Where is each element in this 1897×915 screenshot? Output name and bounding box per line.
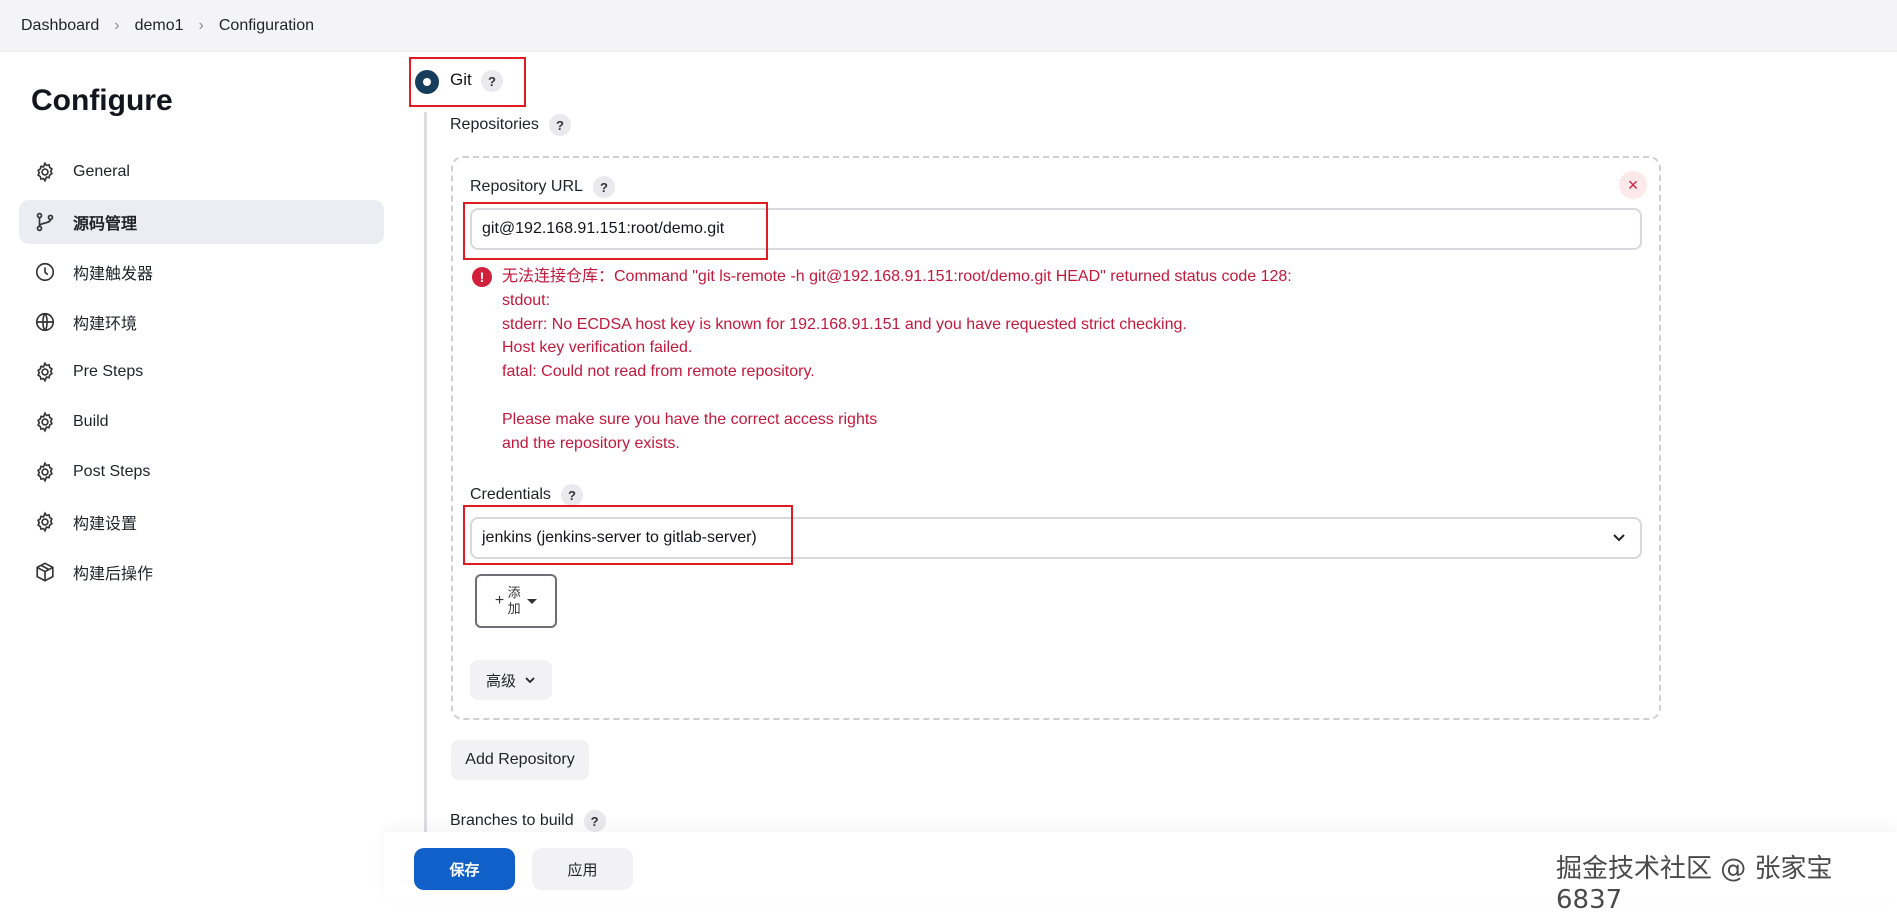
chevron-right-icon: › [198,16,204,34]
credentials-label-text: Credentials [470,486,551,503]
branches-label-text: Branches to build [450,812,574,829]
sidebar-item-general[interactable]: General [19,150,384,194]
sidebar-item-post-steps[interactable]: Post Steps [19,450,384,494]
save-button[interactable]: 保存 [414,848,515,890]
add-credentials-button[interactable]: + 添加 [475,574,557,628]
package-icon [33,560,57,584]
branches-label: Branches to build ? [450,810,606,832]
error-message: 无法连接仓库：Command "git ls-remote -h git@192… [502,265,1292,455]
sidebar-item-label: General [73,163,130,180]
sidebar-item-post-build[interactable]: 构建后操作 [19,550,384,594]
error-line: stdout: [502,291,551,309]
sidebar-item-label: Post Steps [73,463,151,480]
chevron-down-icon [1613,534,1625,542]
gear-icon [33,360,57,384]
gear-icon [33,510,57,534]
error-line: fatal: Could not read from remote reposi… [502,363,815,381]
page-title: Configure [31,84,173,117]
credentials-selected-value: jenkins (jenkins-server to gitlab-server… [482,529,757,546]
add-button-label: 添加 [507,585,521,616]
help-icon[interactable]: ? [592,176,615,198]
repository-url-label-text: Repository URL [470,178,583,195]
sidebar-item-label: 构建设置 [73,516,138,533]
repository-url-input[interactable]: git@192.168.91.151:root/demo.git [470,208,1642,250]
breadcrumb-dashboard[interactable]: Dashboard [21,17,99,35]
gear-icon [33,160,57,184]
breadcrumb: Dashboard › demo1 › Configuration [0,0,1897,52]
chevron-right-icon: › [114,16,120,34]
error-line: stderr: No ECDSA host key is known for 1… [502,315,1187,333]
help-icon[interactable]: ? [583,810,606,832]
error-line: 无法连接仓库：Command "git ls-remote -h git@192… [502,268,1292,285]
git-option-label: Git [450,70,472,89]
repository-url-label: Repository URL ? [470,176,615,198]
advanced-button-label: 高级 [485,672,516,690]
add-repository-button[interactable]: Add Repository [451,740,589,780]
help-icon[interactable]: ? [481,70,503,92]
sidebar-item-build[interactable]: Build [19,400,384,444]
close-icon[interactable]: × [1619,171,1647,199]
sidebar-item-triggers[interactable]: 构建触发器 [19,250,384,294]
error-icon: ! [472,267,492,287]
error-line: Host key verification failed. [502,339,693,357]
repositories-label: Repositories ? [450,114,571,136]
plus-icon: + [494,592,505,609]
error-line: and the repository exists. [502,434,680,452]
repositories-label-text: Repositories [450,116,539,133]
sidebar-item-scm[interactable]: 源码管理 [19,200,384,244]
sidebar-item-label: 源码管理 [73,216,138,233]
error-line [502,384,1292,408]
sidebar-item-label: 构建环境 [73,316,138,333]
sidebar-item-label: Pre Steps [73,363,144,380]
advanced-button[interactable]: 高级 [470,660,552,700]
help-icon[interactable]: ? [548,114,571,136]
sidebar-item-environment[interactable]: 构建环境 [19,300,384,344]
error-line: Please make sure you have the correct ac… [502,410,878,428]
watermark-text: 掘金技术社区 @ 张家宝6837 [1556,854,1833,915]
sidebar-item-label: 构建触发器 [73,266,154,283]
apply-button[interactable]: 应用 [532,848,633,890]
sidebar-item-label: Build [73,413,109,430]
globe-icon [33,310,57,334]
gear-icon [33,460,57,484]
git-radio[interactable] [415,70,439,94]
branch-icon [33,210,57,234]
caret-down-icon [527,598,538,604]
credentials-label: Credentials ? [470,484,583,506]
chevron-down-icon [525,677,535,684]
clock-icon [33,260,57,284]
breadcrumb-configuration[interactable]: Configuration [219,17,314,35]
sidebar-item-pre-steps[interactable]: Pre Steps [19,350,384,394]
help-icon[interactable]: ? [560,484,583,506]
gear-icon [33,410,57,434]
breadcrumb-demo1[interactable]: demo1 [135,17,184,35]
section-indent-line [424,112,427,832]
credentials-select[interactable]: jenkins (jenkins-server to gitlab-server… [470,517,1642,559]
sidebar-item-build-settings[interactable]: 构建设置 [19,500,384,544]
sidebar-item-label: 构建后操作 [73,566,154,583]
sidebar-nav: General 源码管理 构建触发器 构建环境 Pre Steps Build … [19,150,384,600]
